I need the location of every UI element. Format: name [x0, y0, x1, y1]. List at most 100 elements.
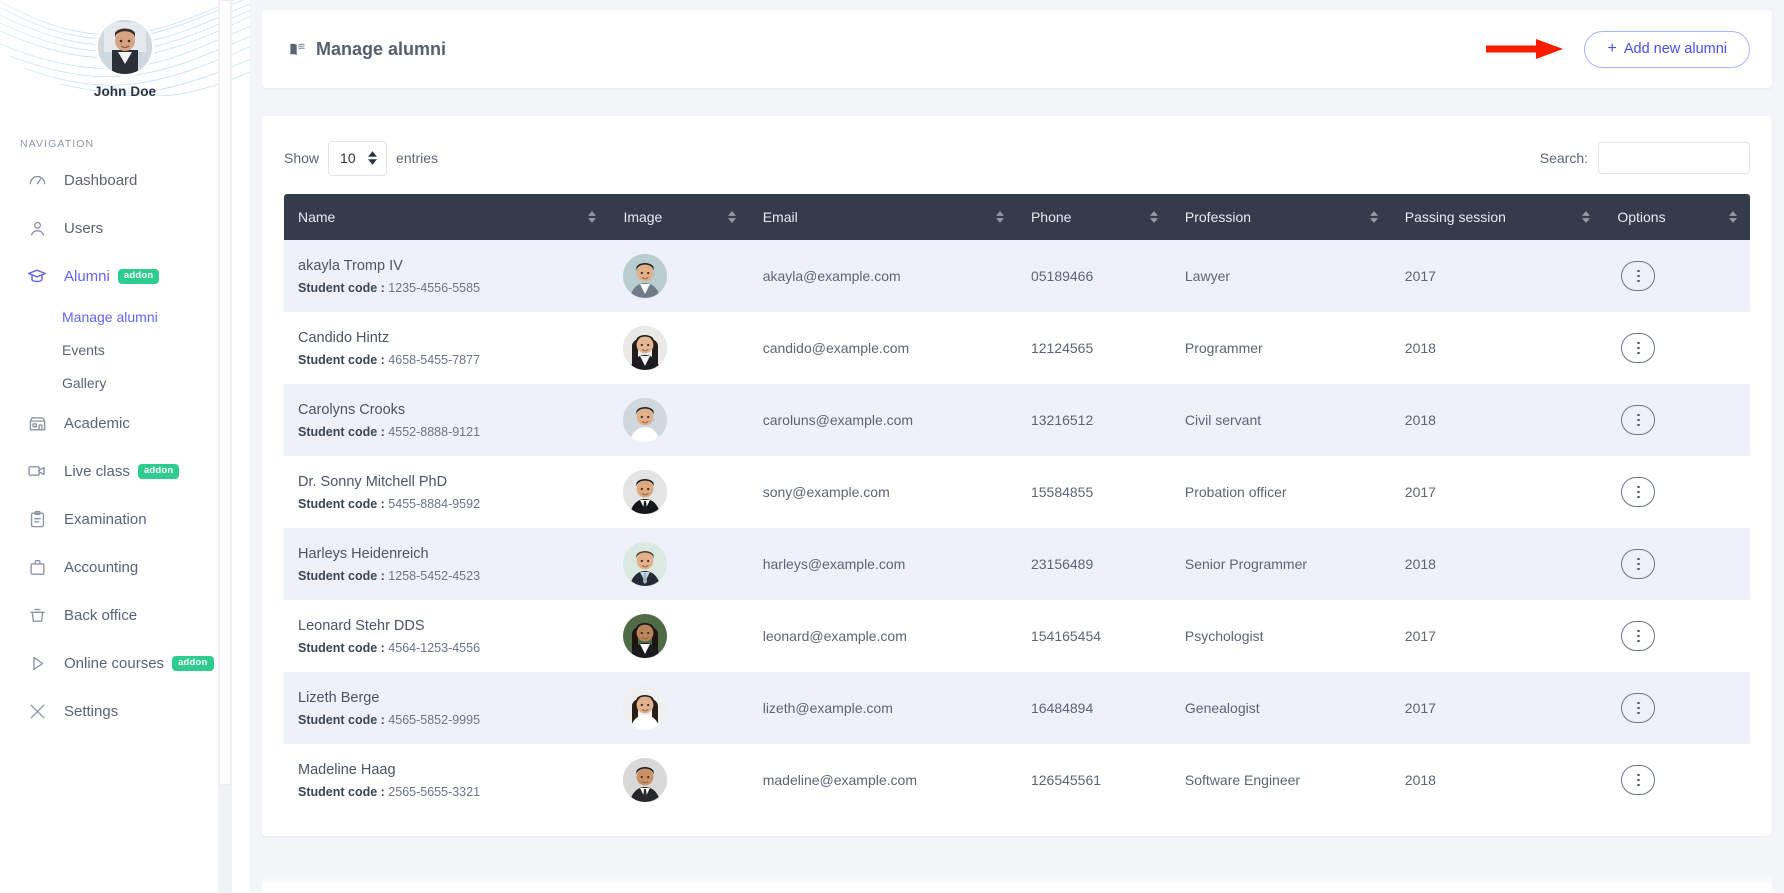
addon-badge: addon [172, 656, 214, 671]
sidebar-item-label: Examination [64, 511, 147, 528]
cell-options [1603, 312, 1750, 384]
cell-image [609, 384, 748, 456]
sidebar-item-alumni[interactable]: Alumni addon [0, 252, 250, 300]
sidebar-item-label: Live class [64, 463, 130, 480]
cell-email: leonard@example.com [749, 600, 1017, 672]
addon-badge: addon [138, 464, 180, 479]
sidebar-item-dashboard[interactable]: Dashboard [0, 156, 250, 204]
sidebar-item-back-office[interactable]: Back office [0, 591, 250, 639]
column-header-image[interactable]: Image [609, 194, 748, 240]
row-options-button[interactable] [1621, 477, 1655, 507]
column-header-passing-session[interactable]: Passing session [1391, 194, 1604, 240]
alumni-student-code: Student code : 4658-5455-7877 [298, 353, 595, 367]
cell-profession: Software Engineer [1171, 744, 1391, 816]
search-input[interactable] [1598, 142, 1750, 174]
sidebar-item-label: Dashboard [64, 172, 137, 189]
alumni-phone: 126545561 [1031, 772, 1101, 788]
alumni-email: leonard@example.com [763, 628, 907, 644]
alumni-avatar [623, 470, 667, 514]
search-control: Search: [1540, 142, 1750, 174]
alumni-email: harleys@example.com [763, 556, 906, 572]
page-scrollbar-thumb[interactable] [219, 0, 231, 785]
alumni-email: akayla@example.com [763, 268, 901, 284]
avatar-image [98, 20, 152, 74]
add-new-alumni-button[interactable]: + Add new alumni [1584, 31, 1750, 68]
sidebar-item-settings[interactable]: Settings [0, 687, 250, 735]
alumni-passing-session: 2017 [1405, 628, 1436, 644]
alumni-student-code: Student code : 4552-8888-9121 [298, 425, 595, 439]
sort-icon [996, 211, 1004, 223]
sort-icon [1729, 211, 1737, 223]
dashboard-icon [26, 169, 48, 191]
alumni-avatar [623, 758, 667, 802]
page-length-select[interactable]: 10 [328, 141, 387, 176]
alumni-passing-session: 2017 [1405, 484, 1436, 500]
sidebar-subitem-label: Events [62, 342, 105, 358]
cell-passing-session: 2018 [1391, 744, 1604, 816]
cell-image [609, 240, 748, 312]
stepper-arrows-icon [368, 151, 377, 165]
sidebar-subitem-events[interactable]: Events [0, 333, 250, 366]
alumni-student-code: Student code : 1235-4556-5585 [298, 281, 595, 295]
table-row: Madeline Haag Student code : 2565-5655-3… [284, 744, 1750, 816]
sidebar-item-online-courses[interactable]: Online courses addon [0, 639, 250, 687]
sidebar-item-academic[interactable]: Academic [0, 399, 250, 447]
sort-icon [588, 211, 596, 223]
column-header-options[interactable]: Options [1603, 194, 1750, 240]
cell-passing-session: 2017 [1391, 600, 1604, 672]
row-options-button[interactable] [1621, 621, 1655, 651]
column-header-email[interactable]: Email [749, 194, 1017, 240]
alumni-passing-session: 2017 [1405, 700, 1436, 716]
cell-image [609, 456, 748, 528]
cell-name: Harleys Heidenreich Student code : 1258-… [284, 528, 609, 600]
cell-name: Lizeth Berge Student code : 4565-5852-99… [284, 672, 609, 744]
clipboard-icon [26, 508, 48, 530]
sidebar-item-accounting[interactable]: Accounting [0, 543, 250, 591]
sidebar-subitem-gallery[interactable]: Gallery [0, 366, 250, 399]
cell-profession: Psychologist [1171, 600, 1391, 672]
cell-email: lizeth@example.com [749, 672, 1017, 744]
alumni-student-code: Student code : 2565-5655-3321 [298, 785, 595, 799]
cell-name: akayla Tromp IV Student code : 1235-4556… [284, 240, 609, 312]
cell-email: harleys@example.com [749, 528, 1017, 600]
avatar[interactable] [98, 20, 152, 74]
sort-icon [1150, 211, 1158, 223]
page-header-actions: + Add new alumni [1486, 31, 1750, 68]
row-options-button[interactable] [1621, 693, 1655, 723]
sidebar-subitem-label: Manage alumni [62, 309, 158, 325]
row-options-button[interactable] [1621, 765, 1655, 795]
column-header-name[interactable]: Name [284, 194, 609, 240]
row-options-button[interactable] [1621, 333, 1655, 363]
page-title-text: Manage alumni [316, 39, 446, 60]
basket-icon [26, 604, 48, 626]
alumni-subnav: Manage alumni Events Gallery [0, 300, 250, 399]
row-options-button[interactable] [1621, 405, 1655, 435]
sidebar-item-live-class[interactable]: Live class addon [0, 447, 250, 495]
open-book-icon [288, 40, 307, 59]
table-bottom-fade [262, 875, 1772, 893]
cell-phone: 154165454 [1017, 600, 1171, 672]
column-header-phone[interactable]: Phone [1017, 194, 1171, 240]
cell-image [609, 672, 748, 744]
row-options-button[interactable] [1621, 549, 1655, 579]
app-root: John Doe NAVIGATION Dashboard [0, 0, 1784, 893]
cell-profession: Probation officer [1171, 456, 1391, 528]
page-title: Manage alumni [288, 39, 446, 60]
alumni-phone: 16484894 [1031, 700, 1093, 716]
sidebar-subitem-manage-alumni[interactable]: Manage alumni [0, 300, 250, 333]
alumni-passing-session: 2018 [1405, 556, 1436, 572]
cell-image [609, 600, 748, 672]
sidebar-nav: Dashboard Users [0, 156, 250, 735]
briefcase-icon [26, 556, 48, 578]
cell-profession: Senior Programmer [1171, 528, 1391, 600]
entries-label: entries [396, 150, 438, 166]
row-options-button[interactable] [1621, 261, 1655, 291]
sort-icon [728, 211, 736, 223]
sidebar-item-examination[interactable]: Examination [0, 495, 250, 543]
three-dots-vertical-icon [1637, 630, 1640, 643]
alumni-name: Candido Hintz [298, 329, 595, 349]
sidebar-item-users[interactable]: Users [0, 204, 250, 252]
column-header-profession[interactable]: Profession [1171, 194, 1391, 240]
alumni-email: lizeth@example.com [763, 700, 893, 716]
alumni-profession: Probation officer [1185, 484, 1287, 500]
